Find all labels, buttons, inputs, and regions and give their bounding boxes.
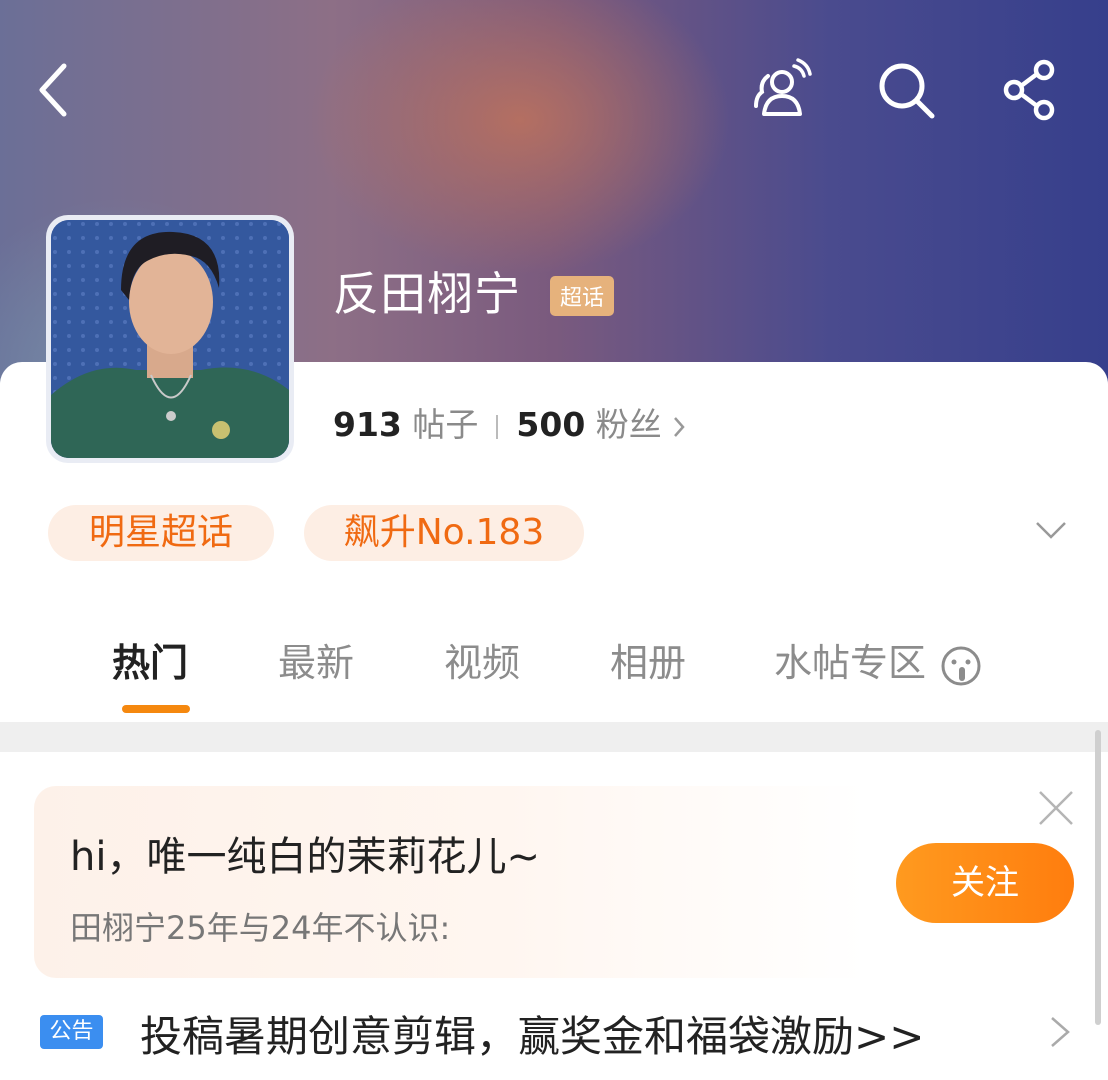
topic-title: 反田栩宁: [333, 267, 521, 321]
back-button[interactable]: [24, 58, 88, 122]
section-divider: [0, 722, 1108, 752]
chevron-left-icon: [39, 63, 67, 117]
chevron-right-icon[interactable]: [1046, 1012, 1074, 1052]
fans-label: 粉丝: [595, 405, 662, 444]
supertopic-badge: 超话: [550, 276, 615, 316]
group-button[interactable]: [748, 58, 812, 122]
posts-count: 913: [333, 405, 402, 444]
welcome-title: hi，唯一纯白的茉莉花儿~: [70, 834, 540, 880]
tab-active-indicator: [122, 705, 190, 713]
search-icon: [879, 63, 935, 119]
tab-video[interactable]: 视频: [444, 632, 520, 687]
search-button[interactable]: [874, 58, 938, 122]
scrollbar[interactable]: [1095, 730, 1101, 1025]
posts-label: 帖子: [412, 405, 479, 444]
chip-star-supertopic[interactable]: 明星超话: [48, 505, 274, 561]
share-icon: [1003, 59, 1055, 121]
group-icon: [754, 58, 812, 116]
shush-emoji-icon: [941, 646, 981, 685]
fans-count: 500: [516, 405, 586, 444]
share-button[interactable]: [998, 58, 1062, 122]
notice-link[interactable]: 投稿暑期创意剪辑，赢奖金和福袋激励>>: [140, 1003, 924, 1064]
close-icon[interactable]: [1036, 788, 1076, 828]
tab-latest[interactable]: 最新: [278, 632, 354, 687]
notice-tag: 公告: [40, 1015, 103, 1049]
stats-row[interactable]: 913 帖子 500 粉丝: [333, 398, 686, 446]
stats-divider: [496, 414, 499, 439]
chip-rising-rank[interactable]: 飙升No.183: [304, 505, 584, 561]
follow-button[interactable]: 关注: [896, 843, 1074, 923]
chevron-right-icon: [674, 416, 685, 437]
welcome-subtitle: 田栩宁25年与24年不认识:: [70, 909, 451, 947]
tab-hot[interactable]: 热门: [112, 632, 188, 687]
tab-album[interactable]: 相册: [610, 632, 686, 687]
tab-water-posts-label: 水帖专区: [774, 641, 927, 685]
chevron-down-icon[interactable]: [1034, 518, 1068, 542]
tab-water-posts[interactable]: 水帖专区: [774, 632, 982, 687]
avatar[interactable]: [46, 215, 294, 463]
avatar-photo: [51, 220, 289, 458]
